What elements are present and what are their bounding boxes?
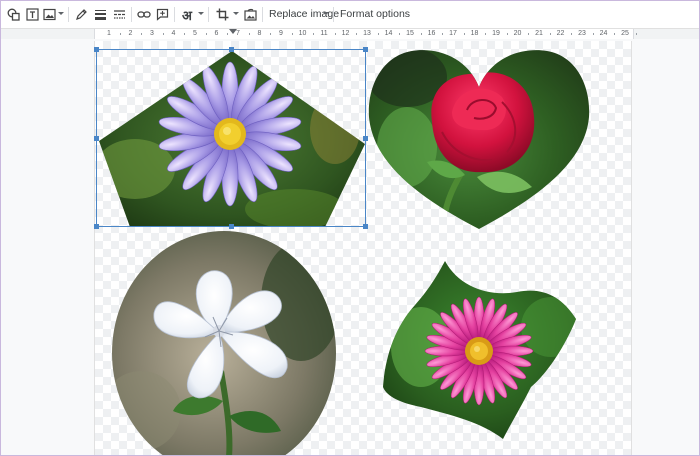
ruler-tick	[442, 33, 444, 35]
image-dropdown-caret[interactable]	[58, 12, 64, 15]
ruler-tick	[270, 33, 272, 35]
ruler-number: 19	[492, 30, 500, 37]
image-icon[interactable]	[42, 6, 56, 23]
resize-handle-right[interactable]	[363, 136, 368, 141]
toolbar: अ Replace image Format options	[1, 1, 699, 29]
toolbar-separator	[68, 7, 69, 22]
shape-icon[interactable]	[6, 6, 20, 23]
image-selection-box[interactable]	[94, 47, 368, 229]
crop-dropdown-caret[interactable]	[233, 12, 239, 15]
horizontal-ruler: 1 2 3 4 5 6 7 8 9 10 11 12 13 14 15 16 17 18 19 20 21 22 23 24 2…	[1, 29, 699, 39]
ruler-tick	[549, 33, 551, 35]
ruler-tick	[227, 33, 229, 35]
line-weight-icon[interactable]	[93, 6, 107, 23]
toolbar-separator	[333, 7, 334, 22]
ruler-number: 17	[449, 30, 457, 37]
ruler-number: 22	[556, 30, 565, 37]
pink-aster-image[interactable]	[381, 257, 577, 439]
format-options-button[interactable]: Format options	[340, 8, 410, 20]
ruler-number: 9	[279, 30, 283, 37]
ruler-number: 25	[621, 30, 629, 37]
ruler-tick	[205, 33, 207, 35]
resize-handle-bottom[interactable]	[229, 224, 234, 229]
resize-handle-left[interactable]	[94, 136, 99, 141]
ruler-number: 6	[214, 30, 219, 37]
crop-icon[interactable]	[215, 6, 229, 23]
ruler-number: 14	[384, 30, 393, 37]
ruler-number: 5	[193, 30, 197, 37]
ruler-number: 16	[427, 30, 436, 37]
ruler-tick	[506, 33, 508, 35]
ruler-tick	[184, 33, 186, 35]
ruler-number: 2	[128, 30, 133, 37]
ruler-tick	[571, 33, 573, 35]
ruler-number: 11	[320, 30, 328, 37]
input-tools-dropdown-caret[interactable]	[198, 12, 204, 15]
ruler-number: 23	[578, 30, 586, 37]
ruler-number: 20	[513, 30, 522, 37]
ruler-number: 4	[171, 30, 176, 37]
ruler-number: 12	[341, 30, 350, 37]
input-tools-icon[interactable]: अ	[180, 6, 194, 24]
slides-editor-window: अ Replace image Format options 123456789…	[0, 0, 700, 456]
ruler-number: 13	[363, 30, 371, 37]
ruler-tick	[485, 33, 487, 35]
resize-handle-top[interactable]	[229, 47, 234, 52]
resize-handle-top-right[interactable]	[363, 47, 368, 52]
resize-handle-top-left[interactable]	[94, 47, 99, 52]
link-icon[interactable]	[137, 6, 151, 23]
ruler-tick	[334, 33, 336, 35]
ruler-tick	[528, 33, 530, 35]
line-dash-icon[interactable]	[112, 6, 126, 23]
red-rose-image[interactable]	[367, 47, 593, 233]
resize-handle-bottom-left[interactable]	[94, 224, 99, 229]
ruler-number: 21	[535, 30, 543, 37]
replace-image-dropdown-caret[interactable]	[323, 12, 329, 15]
ruler-tick	[420, 33, 422, 35]
ruler-tick	[313, 33, 315, 35]
resize-handle-bottom-right[interactable]	[363, 224, 368, 229]
ruler-tick	[614, 33, 616, 35]
ruler-number: 7	[236, 30, 240, 37]
ruler-tick	[141, 33, 143, 35]
ruler-tick	[463, 33, 465, 35]
ruler-tick	[291, 33, 293, 35]
ruler-tick	[356, 33, 358, 35]
ruler-number: 24	[599, 30, 608, 37]
ruler-tick	[377, 33, 379, 35]
toolbar-separator	[262, 7, 263, 22]
ruler-number: 10	[298, 30, 307, 37]
ruler-number: 18	[470, 30, 479, 37]
toolbar-separator	[208, 7, 209, 22]
text-box-icon[interactable]	[25, 6, 39, 23]
ruler-tick	[119, 33, 121, 35]
ruler-tick	[399, 33, 401, 35]
toolbar-separator	[131, 7, 132, 22]
toolbar-separator	[174, 7, 175, 22]
ruler-number: 1	[107, 30, 111, 37]
pen-icon[interactable]	[74, 6, 88, 23]
comment-icon[interactable]	[155, 6, 169, 23]
ruler-number: 8	[257, 30, 262, 37]
ruler-number: 3	[150, 30, 154, 37]
ruler-number: 15	[406, 30, 414, 37]
ruler-tick	[592, 33, 594, 35]
ruler-tick	[635, 33, 637, 35]
ruler-tick	[162, 33, 164, 35]
reset-image-icon[interactable]	[243, 6, 257, 23]
ruler-tick	[248, 33, 250, 35]
white-flower-image[interactable]	[111, 231, 337, 456]
